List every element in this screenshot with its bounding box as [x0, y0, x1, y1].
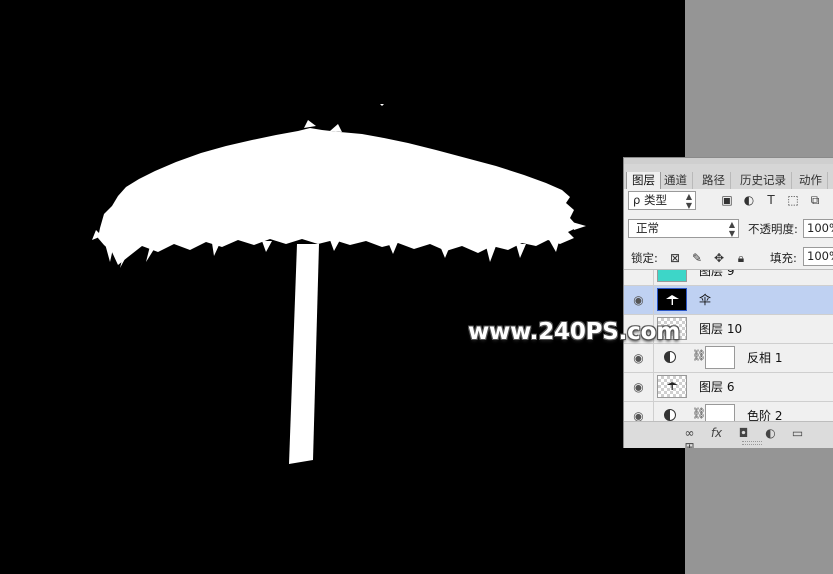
opacity-label: 不透明度: — [748, 222, 798, 236]
layer-thumbnail — [657, 375, 687, 398]
layer-name: 图层 9 — [699, 269, 735, 278]
layer-thumbnail — [657, 270, 687, 282]
lock-icons: ⊠ ✎ ✥ 🔒︎ — [664, 251, 752, 266]
umbrella-thumb-icon — [667, 382, 678, 390]
layer-row[interactable]: ◉ ⛓ 反相 1 — [624, 344, 833, 373]
eye-icon[interactable]: ◉ — [624, 373, 654, 401]
layer-row[interactable]: 图层 9 — [624, 269, 833, 286]
document-canvas[interactable] — [0, 0, 685, 574]
lock-move-icon[interactable]: ✥ — [708, 251, 730, 265]
adjustment-layer-icon — [664, 409, 676, 421]
image-filter-icon[interactable]: ▣ — [716, 193, 738, 207]
lock-label: 锁定: — [631, 251, 658, 265]
layer-row[interactable]: ◉ ⛓ 色阶 2 — [624, 402, 833, 421]
lock-paint-icon[interactable]: ✎ — [686, 251, 708, 265]
blend-mode-select[interactable]: 正常 ▲ ▼ — [628, 219, 739, 238]
layers-list[interactable]: 图层 9 ◉ 伞 图层 10 ◉ ⛓ 反相 1 ◉ 图层 6 ◉ ⛓ 色阶 2 — [624, 269, 833, 421]
new-group-icon[interactable]: ▭ — [784, 426, 811, 440]
chain-link-icon[interactable]: ⛓ — [692, 407, 706, 420]
adjustment-layer-icon — [664, 351, 676, 363]
layer-row-selected[interactable]: ◉ 伞 — [624, 286, 833, 315]
updown-arrows-icon: ▲ ▼ — [685, 192, 692, 210]
panel-bottom-bar: ∞ fx ◘ ◐ ▭ ⊞ — [624, 421, 833, 448]
visibility-toggle[interactable] — [624, 270, 654, 285]
filter-kind-select[interactable]: ρ 类型 ▲ ▼ — [628, 191, 696, 210]
panel-grip[interactable] — [624, 158, 833, 164]
opacity-input[interactable]: 100% — [803, 219, 833, 238]
tab-channels[interactable]: 通道 — [659, 172, 693, 189]
filter-icons: ▣ ◐ T ⬚ ⧉ — [716, 193, 826, 208]
tab-paths[interactable]: 路径 — [697, 172, 731, 189]
eye-icon[interactable]: ◉ — [624, 402, 654, 421]
new-layer-icon[interactable]: ⊞ — [676, 440, 703, 448]
chain-link-icon[interactable]: ⛓ — [692, 349, 706, 362]
tab-history[interactable]: 历史记录 — [735, 172, 792, 189]
type-filter-icon[interactable]: T — [760, 193, 782, 207]
filter-kind-label: ρ 类型 — [633, 193, 667, 207]
layer-name: 伞 — [699, 293, 712, 307]
lock-transparent-icon[interactable]: ⊠ — [664, 251, 686, 265]
new-adjustment-icon[interactable]: ◐ — [757, 426, 784, 440]
tab-layers[interactable]: 图层 — [626, 172, 661, 189]
updown-arrows-icon: ▲ ▼ — [728, 220, 735, 238]
shape-filter-icon[interactable]: ⬚ — [782, 193, 804, 207]
add-mask-icon[interactable]: ◘ — [730, 426, 757, 440]
layer-mask-thumbnail — [705, 346, 735, 369]
umbrella-thumb-icon — [666, 295, 679, 305]
layer-row[interactable]: ◉ 图层 6 — [624, 373, 833, 402]
eye-icon[interactable]: ◉ — [624, 286, 654, 314]
resize-grip[interactable] — [742, 441, 762, 445]
layer-name: 图层 6 — [699, 380, 735, 394]
umbrella-silhouette — [92, 104, 586, 464]
layers-panel[interactable]: 图层 通道 路径 历史记录 动作 ρ 类型 ▲ ▼ ▣ ◐ T ⬚ ⧉ 正常 ▲ ▼ 不透明… — [623, 157, 833, 448]
fill-label: 填充: — [770, 251, 797, 265]
blend-mode-value: 正常 — [636, 221, 659, 235]
layer-mask-thumbnail — [705, 404, 735, 421]
eye-icon[interactable]: ◉ — [624, 344, 654, 372]
smart-object-filter-icon[interactable]: ⧉ — [804, 193, 826, 208]
fill-input[interactable]: 100% — [803, 247, 833, 266]
panel-tab-bar: 图层 通道 路径 历史记录 动作 — [624, 158, 833, 189]
lock-all-icon[interactable]: 🔒︎ — [730, 251, 752, 266]
watermark: www.240PS.com — [468, 319, 680, 345]
adjustment-filter-icon[interactable]: ◐ — [738, 193, 760, 207]
link-layers-icon[interactable]: ∞ — [676, 426, 703, 440]
layer-mask-thumbnail — [657, 288, 687, 311]
layer-name: 色阶 2 — [747, 409, 783, 421]
layer-name: 反相 1 — [747, 351, 783, 365]
tab-actions[interactable]: 动作 — [794, 172, 828, 189]
layer-name: 图层 10 — [699, 322, 743, 336]
layer-style-icon[interactable]: fx — [703, 426, 730, 440]
